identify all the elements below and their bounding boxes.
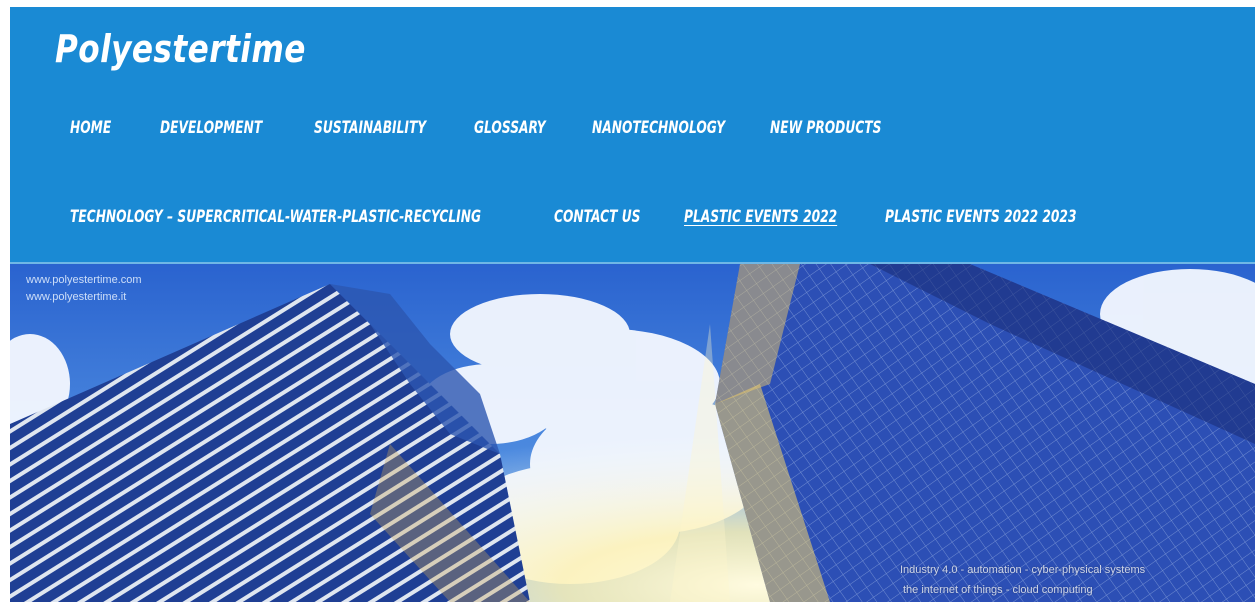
hero-banner: www.polyestertime.com www.polyestertime.… (10, 264, 1255, 602)
watermark-com: www.polyestertime.com (26, 274, 142, 286)
nav-item-home[interactable]: HOME (70, 118, 111, 138)
nav-item-new-products[interactable]: NEW PRODUCTS (770, 118, 881, 138)
nav-item-nanotechnology[interactable]: NANOTECHNOLOGY (592, 118, 725, 138)
nav-item-contact-us[interactable]: CONTACT US (554, 207, 640, 227)
site-title[interactable]: Polyestertime (55, 27, 306, 71)
hero-image (10, 264, 1255, 602)
site-header: Polyestertime HOME DEVELOPMENT SUSTAINAB… (10, 7, 1255, 262)
nav-item-development[interactable]: DEVELOPMENT (160, 118, 262, 138)
hero-caption-line2: the internet of things - cloud computing (903, 584, 1093, 596)
nav-item-plastic-events-2022-2023[interactable]: PLASTIC EVENTS 2022 2023 (885, 207, 1076, 227)
page-frame: Polyestertime HOME DEVELOPMENT SUSTAINAB… (10, 7, 1255, 602)
nav-item-plastic-events-2022[interactable]: PLASTIC EVENTS 2022 (684, 207, 837, 227)
nav-item-technology-supercritical[interactable]: TECHNOLOGY – SUPERCRITICAL-WATER-PLASTIC… (70, 207, 481, 227)
hero-caption-line1: Industry 4.0 - automation - cyber-physic… (900, 564, 1146, 576)
nav-item-sustainability[interactable]: SUSTAINABILITY (314, 118, 426, 138)
nav-item-glossary[interactable]: GLOSSARY (474, 118, 546, 138)
watermark-it: www.polyestertime.it (26, 291, 127, 303)
